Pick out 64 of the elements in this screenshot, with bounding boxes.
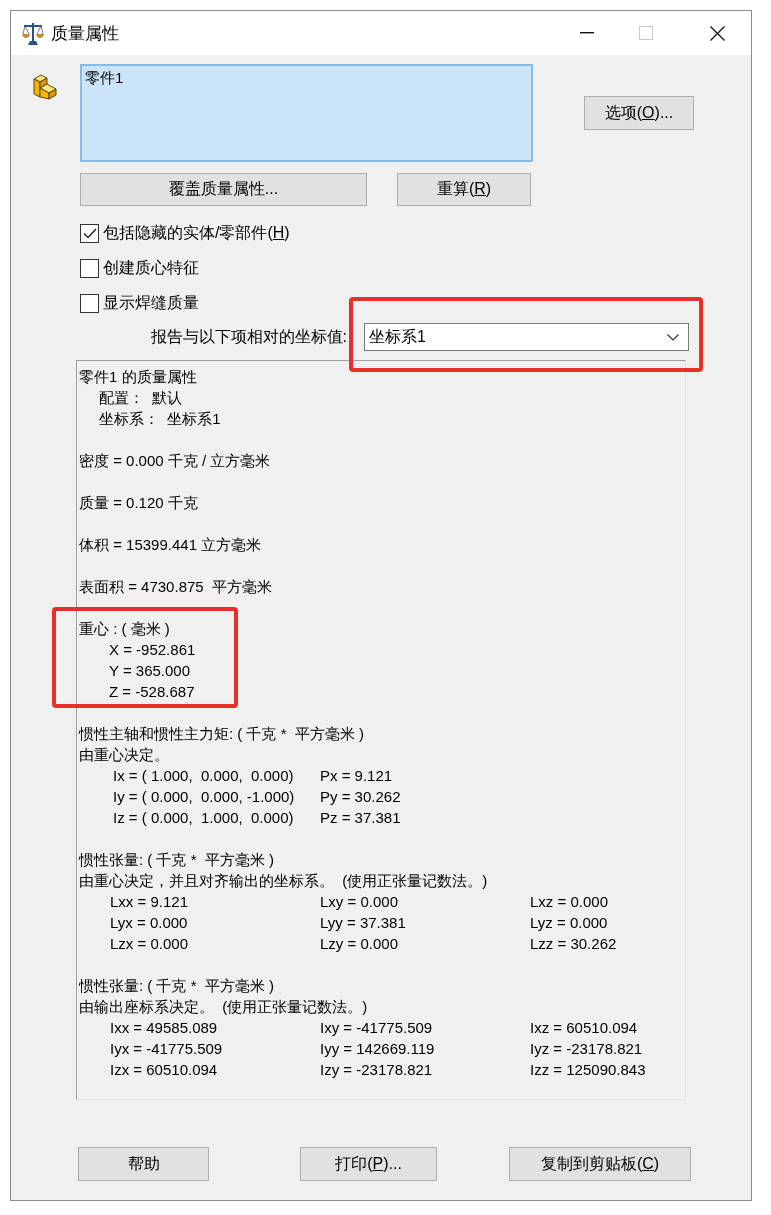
report-line: Y = 365.000 bbox=[109, 661, 191, 681]
report-value: Iyy = 142669.119 bbox=[320, 1039, 435, 1059]
report-value: Lzx = 0.000 bbox=[110, 934, 188, 954]
report-line: 零件1 的质量属性 bbox=[79, 367, 197, 387]
balance-scale-icon bbox=[22, 21, 44, 45]
report-line: 坐标系： 坐标系1 bbox=[99, 409, 221, 429]
report-line: 惯性张量: ( 千克 * 平方毫米 ) bbox=[79, 850, 274, 870]
report-line: 由重心决定。 bbox=[79, 745, 169, 765]
report-value: Iy = ( 0.000, 0.000, -1.000) bbox=[113, 787, 295, 807]
report-value: Iyz = -23178.821 bbox=[530, 1039, 643, 1059]
report-line: Z = -528.687 bbox=[109, 682, 195, 702]
report-line: 惯性张量: ( 千克 * 平方毫米 ) bbox=[79, 976, 274, 996]
report-value: Px = 9.121 bbox=[320, 766, 393, 786]
report-value: Pz = 37.381 bbox=[320, 808, 401, 828]
report-value: Lzy = 0.000 bbox=[320, 934, 398, 954]
report-value: Ixz = 60510.094 bbox=[530, 1018, 638, 1038]
help-button[interactable]: 帮助 bbox=[78, 1147, 209, 1181]
chevron-icon bbox=[667, 333, 679, 341]
report-value: Lzz = 30.262 bbox=[530, 934, 617, 954]
report-line: 由重心决定，并且对齐输出的坐标系。 (使用正张量记数法。) bbox=[79, 871, 488, 891]
report-value: Py = 30.262 bbox=[320, 787, 401, 807]
options-button[interactable]: 选项(O)... bbox=[584, 96, 694, 130]
minimize-icon[interactable] bbox=[580, 32, 594, 34]
report-value: Lxx = 9.121 bbox=[110, 892, 188, 912]
report-value: Iyx = -41775.509 bbox=[110, 1039, 223, 1059]
print-button[interactable]: 打印(P)... bbox=[300, 1147, 437, 1181]
report-value: Lxz = 0.000 bbox=[530, 892, 608, 912]
checkbox[interactable] bbox=[80, 259, 99, 278]
report-value: Lyy = 37.381 bbox=[320, 913, 406, 933]
report-value: Lxy = 0.000 bbox=[320, 892, 398, 912]
list-item[interactable]: 零件1 bbox=[85, 68, 124, 88]
checkmark-icon bbox=[82, 228, 97, 239]
report-value: Izz = 125090.843 bbox=[530, 1060, 646, 1080]
checkbox[interactable] bbox=[80, 224, 99, 243]
report-line: 由输出座标系决定。 (使用正张量记数法。) bbox=[79, 997, 368, 1017]
report-line: 表面积 = 4730.875 平方毫米 bbox=[79, 577, 272, 597]
report-line: 体积 = 15399.441 立方毫米 bbox=[79, 535, 262, 555]
report-value: Iz = ( 0.000, 1.000, 0.000) bbox=[113, 808, 294, 828]
coordinate-dropdown[interactable]: 坐标系1 bbox=[364, 323, 689, 351]
report-value: Izx = 60510.094 bbox=[110, 1060, 218, 1080]
report-value: Ixy = -41775.509 bbox=[320, 1018, 433, 1038]
report-line: 配置： 默认 bbox=[99, 388, 183, 408]
report-value: Ixx = 49585.089 bbox=[110, 1018, 218, 1038]
window-title: 质量属性 bbox=[51, 22, 119, 45]
checkbox-label[interactable]: 显示焊缝质量 bbox=[103, 293, 199, 314]
coordinate-label: 报告与以下项相对的坐标值: bbox=[150, 326, 347, 347]
checkbox[interactable] bbox=[80, 294, 99, 313]
report-line: X = -952.861 bbox=[109, 640, 196, 660]
checkbox-label[interactable]: 创建质心特征 bbox=[103, 258, 199, 279]
report-line: 质量 = 0.120 千克 bbox=[79, 493, 198, 513]
report-line: 重心 : ( 毫米 ) bbox=[79, 619, 170, 639]
close-icon[interactable] bbox=[709, 25, 725, 41]
checkbox-label[interactable]: 包括隐藏的实体/零部件(H) bbox=[103, 223, 290, 244]
recalculate-button[interactable]: 重算(R) bbox=[397, 173, 531, 206]
override-button[interactable]: 覆盖质量属性... bbox=[80, 173, 367, 206]
report-value: Ix = ( 1.000, 0.000, 0.000) bbox=[113, 766, 294, 786]
copy-button[interactable]: 复制到剪贴板(C) bbox=[509, 1147, 691, 1181]
report-value: Izy = -23178.821 bbox=[320, 1060, 433, 1080]
stepped-block-icon bbox=[32, 72, 58, 100]
report-value: Lyz = 0.000 bbox=[530, 913, 608, 933]
report-line: 惯性主轴和惯性主力矩: ( 千克 * 平方毫米 ) bbox=[79, 724, 364, 744]
selection-list[interactable]: 零件1 bbox=[80, 64, 533, 162]
report-value: Lyx = 0.000 bbox=[110, 913, 188, 933]
report-line: 密度 = 0.000 千克 / 立方毫米 bbox=[79, 451, 271, 471]
